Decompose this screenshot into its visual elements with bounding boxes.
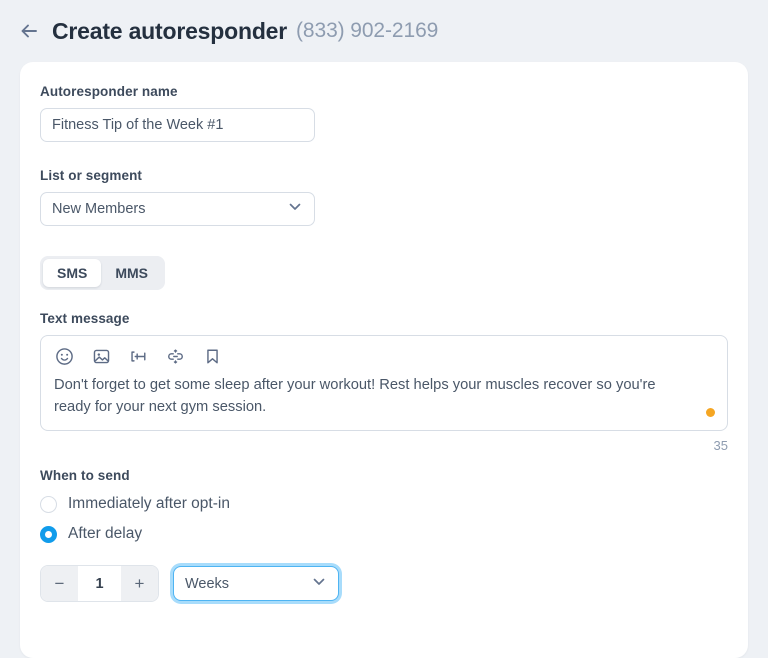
message-type-mms[interactable]: MMS [101, 259, 162, 287]
arrow-left-icon [18, 20, 40, 42]
message-body[interactable]: Don't forget to get some sleep after you… [54, 374, 714, 418]
page-header: Create autoresponder (833) 902-2169 [0, 0, 768, 62]
delay-increment-button[interactable]: + [121, 566, 158, 601]
delay-unit-select-wrap: Weeks [170, 563, 342, 604]
list-or-segment-value: New Members [52, 201, 146, 217]
autoresponder-name-label: Autoresponder name [40, 84, 178, 99]
merge-field-icon[interactable] [128, 346, 148, 366]
text-message-label: Text message [40, 311, 130, 326]
radio-label-immediately: Immediately after opt-in [68, 495, 230, 512]
radio-after-delay[interactable]: After delay [40, 525, 728, 543]
message-composer[interactable]: Don't forget to get some sleep after you… [40, 335, 728, 431]
radio-icon-unchecked [40, 495, 57, 513]
back-button[interactable] [12, 14, 46, 48]
emoji-icon[interactable] [54, 346, 74, 366]
character-count: 35 [713, 438, 728, 453]
radio-immediately-after-opt-in[interactable]: Immediately after opt-in [40, 495, 728, 513]
delay-decrement-button[interactable]: − [41, 566, 78, 601]
page-title: Create autoresponder [52, 17, 288, 44]
when-to-send-label: When to send [40, 468, 130, 483]
template-icon[interactable] [202, 346, 222, 366]
link-icon[interactable] [165, 346, 185, 366]
image-icon[interactable] [91, 346, 111, 366]
segment-status-dot [706, 408, 715, 417]
autoresponder-form-card: Autoresponder name List or segment New M… [20, 62, 748, 658]
header-phone-number: (833) 902-2169 [296, 19, 439, 42]
message-type-toggle: SMS MMS [40, 256, 166, 290]
delay-unit-select[interactable]: Weeks [173, 566, 339, 601]
radio-label-after-delay: After delay [68, 525, 143, 542]
radio-icon-checked [40, 525, 57, 543]
list-or-segment-label: List or segment [40, 168, 143, 183]
autoresponder-name-input[interactable] [40, 108, 315, 142]
message-type-sms[interactable]: SMS [43, 259, 102, 287]
list-or-segment-select-wrap: New Members [40, 192, 315, 226]
delay-value[interactable]: 1 [78, 566, 121, 601]
list-or-segment-select[interactable]: New Members [40, 192, 315, 226]
delay-unit-value: Weeks [185, 575, 230, 592]
delay-stepper: − 1 + [40, 565, 159, 602]
delay-controls: − 1 + Weeks [40, 563, 728, 604]
composer-toolbar [54, 346, 714, 366]
